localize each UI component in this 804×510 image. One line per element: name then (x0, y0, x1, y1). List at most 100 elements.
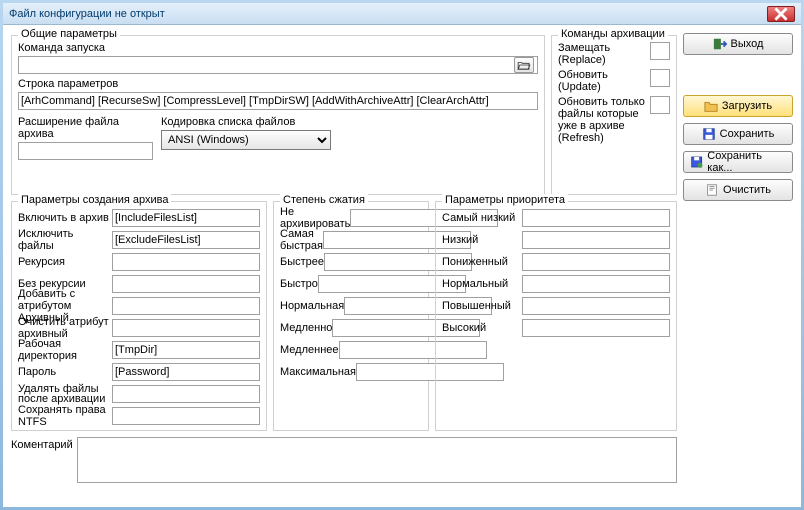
priority-label: Самый низкий (442, 212, 522, 224)
group-create-params-legend: Параметры создания архива (18, 194, 171, 206)
group-archive-cmds-legend: Команды архивации (558, 28, 668, 40)
load-button[interactable]: Загрузить (683, 95, 793, 117)
group-archive-cmds: Команды архивации Замещать (Replace)Обно… (551, 35, 677, 195)
compression-row: Не архивировать (280, 208, 422, 228)
priority-input[interactable] (522, 319, 670, 337)
save-button[interactable]: Сохранить (683, 123, 793, 145)
launch-cmd-input[interactable] (18, 56, 538, 74)
comment-area: Коментарий (11, 437, 677, 485)
priority-input[interactable] (522, 209, 670, 227)
create-param-label: Удалять файлы после архивации (18, 384, 112, 404)
group-compression: Степень сжатия Не архивироватьСамая быст… (273, 201, 429, 431)
compression-row: Максимальная (280, 362, 422, 382)
create-param-input[interactable] (112, 297, 260, 315)
create-param-row: Включить в архив (18, 208, 260, 228)
close-icon (774, 7, 788, 21)
create-param-input[interactable] (112, 275, 260, 293)
create-param-input[interactable] (112, 253, 260, 271)
compression-row: Медленнее (280, 340, 422, 360)
create-param-input[interactable] (112, 385, 260, 403)
priority-row: Высокий (442, 318, 670, 338)
create-param-row: Рекурсия (18, 252, 260, 272)
encoding-select[interactable]: ANSI (Windows) (161, 130, 331, 150)
window-body: Общие параметры Команда запуска Строка п… (11, 31, 793, 499)
ext-label: Расширение файла архива (18, 116, 153, 140)
compression-label: Максимальная (280, 366, 356, 378)
floppy-as-icon (690, 155, 703, 169)
priority-input[interactable] (522, 275, 670, 293)
window-title: Файл конфигурации не открыт (9, 8, 767, 20)
priority-label: Нормальный (442, 278, 522, 290)
group-compression-legend: Степень сжатия (280, 194, 368, 206)
create-param-row: Сохранять права NTFS (18, 406, 260, 426)
exit-button[interactable]: Выход (683, 33, 793, 55)
comment-label: Коментарий (11, 437, 73, 485)
create-param-row: Рабочая директория (18, 340, 260, 360)
folder-open-icon (517, 60, 531, 70)
compression-row: Быстро (280, 274, 422, 294)
archive-cmd-input[interactable] (650, 96, 670, 114)
create-param-label: Очистить атрибут архивный (18, 316, 112, 340)
compression-label: Самая быстрая (280, 228, 323, 252)
priority-row: Повышенный (442, 296, 670, 316)
archive-cmd-row: Замещать (Replace) (558, 42, 670, 66)
create-param-row: Пароль (18, 362, 260, 382)
priority-row: Нормальный (442, 274, 670, 294)
priority-input[interactable] (522, 231, 670, 249)
browse-button[interactable] (514, 57, 534, 73)
archive-cmd-input[interactable] (650, 69, 670, 87)
clear-button[interactable]: Очистить (683, 179, 793, 201)
create-param-label: Рекурсия (18, 256, 112, 268)
floppy-icon (702, 127, 716, 141)
group-priority: Параметры приоритета Самый низкийНизкийП… (435, 201, 677, 431)
group-general-legend: Общие параметры (18, 28, 120, 40)
compression-label: Быстро (280, 278, 318, 290)
create-param-row: Удалять файлы после архивации (18, 384, 260, 404)
create-param-row: Добавить с атрибутом Архивный (18, 296, 260, 316)
archive-cmd-input[interactable] (650, 42, 670, 60)
archive-cmd-row: Обновить (Update) (558, 69, 670, 93)
comment-input[interactable] (77, 437, 677, 483)
create-param-label: Включить в архив (18, 212, 112, 224)
group-create-params: Параметры создания архива Включить в арх… (11, 201, 267, 431)
create-param-input[interactable] (112, 407, 260, 425)
priority-input[interactable] (522, 253, 670, 271)
compression-label: Медленно (280, 322, 332, 334)
params-input[interactable] (18, 92, 538, 110)
create-param-input[interactable] (112, 341, 260, 359)
create-param-input[interactable] (112, 209, 260, 227)
compression-label: Быстрее (280, 256, 324, 268)
create-param-row: Исключить файлы (18, 230, 260, 250)
archive-cmd-label: Обновить (Update) (558, 69, 650, 93)
create-param-input[interactable] (112, 231, 260, 249)
archive-cmd-label: Замещать (Replace) (558, 42, 650, 66)
ext-input[interactable] (18, 142, 153, 160)
create-param-input[interactable] (112, 319, 260, 337)
priority-label: Низкий (442, 234, 522, 246)
priority-row: Низкий (442, 230, 670, 250)
save-as-button[interactable]: Сохранить как... (683, 151, 793, 173)
sidebar-buttons: Выход Загрузить Сохранить Сохранить как.… (683, 33, 793, 201)
titlebar: Файл конфигурации не открыт (3, 3, 801, 25)
compression-label: Медленнее (280, 344, 339, 356)
launch-cmd-label: Команда запуска (18, 42, 538, 54)
priority-label: Пониженный (442, 256, 522, 268)
clear-icon (705, 183, 719, 197)
exit-icon (713, 37, 727, 51)
encoding-label: Кодировка списка файлов (161, 116, 331, 128)
priority-row: Самый низкий (442, 208, 670, 228)
archive-cmd-row: Обновить только файлы которые уже в архи… (558, 96, 670, 144)
priority-input[interactable] (522, 297, 670, 315)
create-param-label: Исключить файлы (18, 228, 112, 252)
compression-row: Самая быстрая (280, 230, 422, 250)
compression-row: Нормальная (280, 296, 422, 316)
create-param-label: Рабочая директория (18, 338, 112, 362)
config-window: Файл конфигурации не открыт Общие параме… (0, 0, 804, 510)
compression-label: Нормальная (280, 300, 344, 312)
compression-row: Медленно (280, 318, 422, 338)
create-param-input[interactable] (112, 363, 260, 381)
params-label: Строка параметров (18, 78, 538, 90)
create-param-label: Пароль (18, 366, 112, 378)
close-button[interactable] (767, 6, 795, 22)
compression-row: Быстрее (280, 252, 422, 272)
